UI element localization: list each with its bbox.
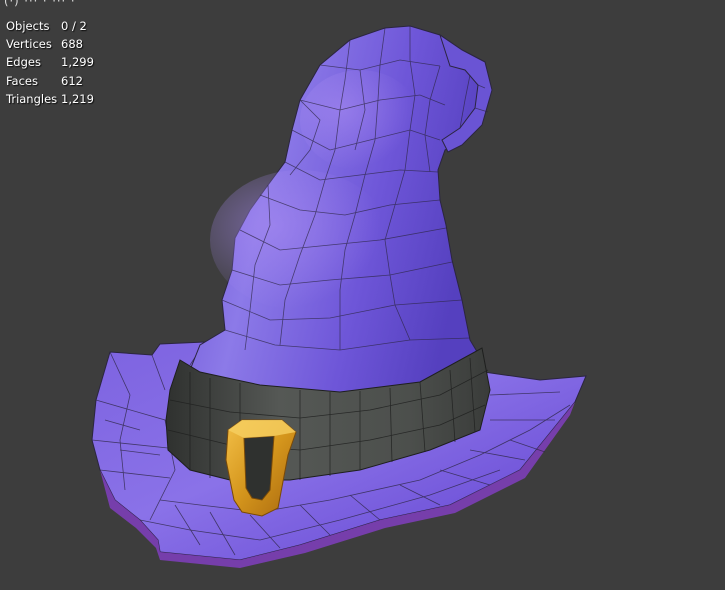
stat-label: Vertices [6, 37, 52, 52]
3d-viewport[interactable]: (·) ··· · ··· · Objects 0 / 2 Vertices 6… [0, 0, 725, 590]
stat-value: 1,299 [61, 55, 94, 70]
stat-label: Triangles [6, 91, 58, 106]
stat-label: Faces [6, 73, 38, 88]
stat-edges: Edges 1,299 [6, 53, 94, 71]
stat-faces: Faces 612 [6, 72, 94, 90]
stat-objects: Objects 0 / 2 [6, 17, 94, 35]
stat-label: Objects [6, 19, 50, 33]
stat-label: Edges [6, 55, 41, 70]
viewport-header-clipped-text: (·) ··· · ··· · [4, 0, 76, 8]
stat-vertices: Vertices 688 [6, 35, 94, 53]
hat-cone [189, 25, 493, 411]
stat-value: 688 [61, 37, 83, 52]
scene-statistics-overlay: Objects 0 / 2 Vertices 688 Edges 1,299 F… [6, 17, 94, 108]
stat-value: 1,219 [61, 91, 94, 106]
stat-value: 612 [61, 73, 83, 88]
stat-triangles: Triangles 1,219 [6, 90, 94, 108]
witch-hat-model[interactable] [0, 0, 725, 590]
stat-value: 0 / 2 [61, 19, 87, 33]
